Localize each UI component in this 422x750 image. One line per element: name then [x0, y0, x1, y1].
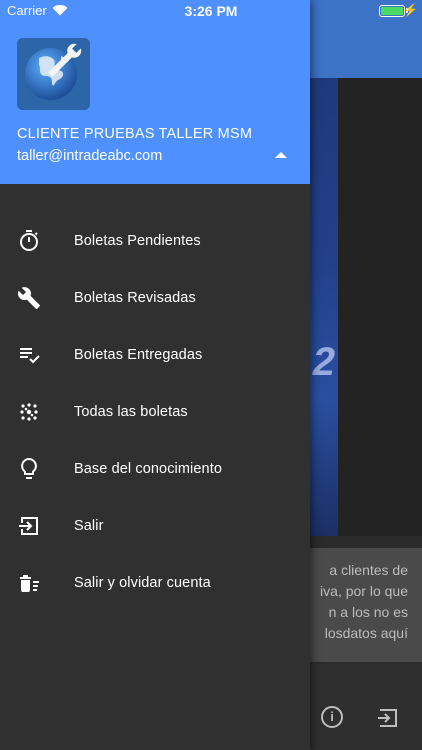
info-text-line: iva, por lo que: [320, 583, 408, 599]
menu-item-base-del-conocimiento[interactable]: Base del conocimiento: [0, 441, 310, 498]
account-toggle-arrow-icon[interactable]: [275, 152, 287, 158]
menu-item-label: Base del conocimiento: [74, 461, 222, 477]
hero-image: 2: [309, 78, 340, 536]
user-name: CLIENTE PRUEBAS TALLER MSM: [17, 126, 253, 142]
battery-icon: [379, 5, 405, 17]
login-icon[interactable]: [376, 706, 400, 730]
globe-wrench-icon: [17, 38, 90, 110]
clock: 3:26 PM: [184, 3, 238, 19]
timer-icon: [20, 230, 38, 251]
menu-item-boletas-revisadas[interactable]: Boletas Revisadas: [0, 270, 310, 327]
lightbulb-icon: [21, 457, 37, 479]
bottom-bar: i: [310, 664, 422, 750]
menu-item-label: Todas las boletas: [74, 404, 188, 420]
hero-panel: [338, 78, 422, 536]
drawer-menu: Boletas Pendientes Boletas Revisadas Bol…: [0, 213, 310, 612]
info-icon[interactable]: i: [321, 706, 343, 728]
user-email: taller@intradeabc.com: [17, 148, 163, 164]
menu-item-todas-las-boletas[interactable]: Todas las boletas: [0, 384, 310, 441]
menu-item-boletas-pendientes[interactable]: Boletas Pendientes: [0, 213, 310, 270]
navigation-drawer: CLIENTE PRUEBAS TALLER MSM taller@intrad…: [0, 0, 310, 750]
battery-level: [381, 7, 403, 15]
menu-item-label: Salir y olvidar cuenta: [74, 575, 211, 591]
dots-grid-icon: [20, 403, 38, 421]
info-panel: a clientes de iva, por lo que n a los no…: [310, 548, 422, 662]
menu-item-label: Boletas Pendientes: [74, 233, 201, 249]
drawer-header: CLIENTE PRUEBAS TALLER MSM taller@intrad…: [0, 0, 310, 184]
menu-item-salir[interactable]: Salir: [0, 498, 310, 555]
menu-item-boletas-entregadas[interactable]: Boletas Entregadas: [0, 327, 310, 384]
info-text-line: a clientes de: [329, 562, 408, 578]
menu-item-label: Boletas Entregadas: [74, 347, 203, 363]
menu-item-salir-y-olvidar-cuenta[interactable]: Salir y olvidar cuenta: [0, 555, 310, 612]
playlist-check-icon: [20, 348, 40, 364]
menu-item-label: Salir: [74, 518, 104, 534]
delete-sweep-icon: [20, 575, 39, 592]
hero-digit-fragment: 2: [309, 340, 340, 384]
info-text-line: n a los no es: [328, 604, 408, 620]
menu-item-label: Boletas Revisadas: [74, 290, 196, 306]
status-bar: Carrier 3:26 PM ⚡: [0, 0, 422, 22]
app-logo: [17, 38, 90, 110]
exit-icon: [19, 517, 38, 535]
charging-icon: ⚡: [403, 3, 418, 17]
info-text-line: losdatos aquí: [324, 625, 408, 641]
wrench-icon: [17, 287, 40, 309]
